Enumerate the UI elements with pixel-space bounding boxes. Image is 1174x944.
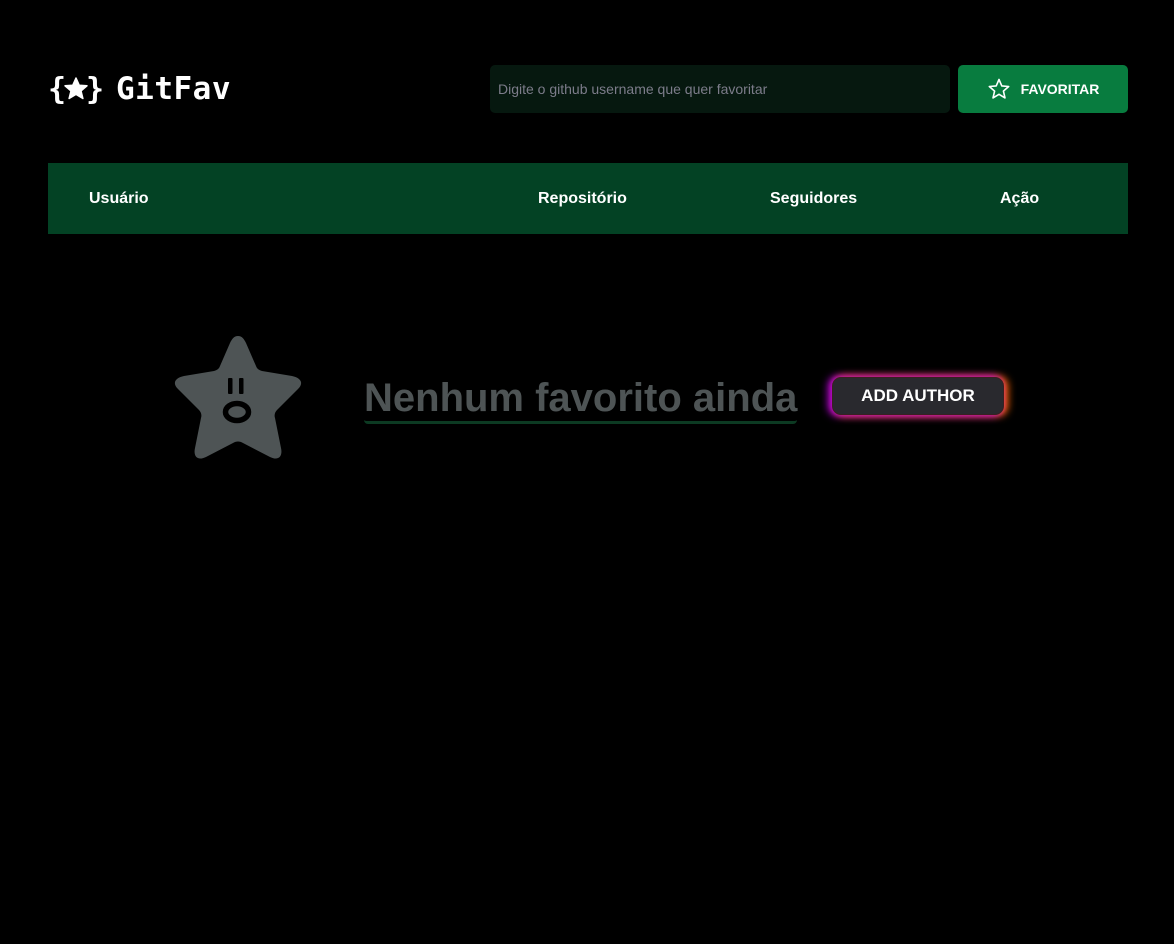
add-author-button[interactable]: ADD AUTHOR (832, 377, 1004, 415)
empty-state-illustration (170, 330, 306, 462)
star-braces-icon: { } (48, 72, 104, 107)
favoritar-button[interactable]: FAVORITAR (958, 65, 1128, 113)
favorites-table-header: Usuário Repositório Seguidores Ação (48, 163, 1128, 234)
surprised-star-icon (174, 336, 302, 459)
favoritar-button-label: FAVORITAR (1020, 81, 1100, 97)
column-header-followers: Seguidores (770, 190, 858, 207)
app-header: { } GitFav FAVORITAR (48, 65, 1128, 113)
app-title: GitFav (116, 71, 231, 107)
svg-text:}: } (86, 72, 104, 107)
search-input[interactable] (490, 65, 950, 113)
column-header-user: Usuário (89, 190, 149, 207)
star-outline-icon (988, 78, 1010, 99)
column-header-repositories: Repositório (538, 190, 627, 207)
empty-state-message: Nenhum favorito ainda (364, 375, 798, 424)
svg-text:{: { (48, 72, 66, 107)
column-header-action: Ação (1000, 190, 1040, 207)
app-logo: { } GitFav (48, 70, 231, 108)
empty-state: Nenhum favorito ainda ADD AUTHOR (0, 330, 1174, 470)
